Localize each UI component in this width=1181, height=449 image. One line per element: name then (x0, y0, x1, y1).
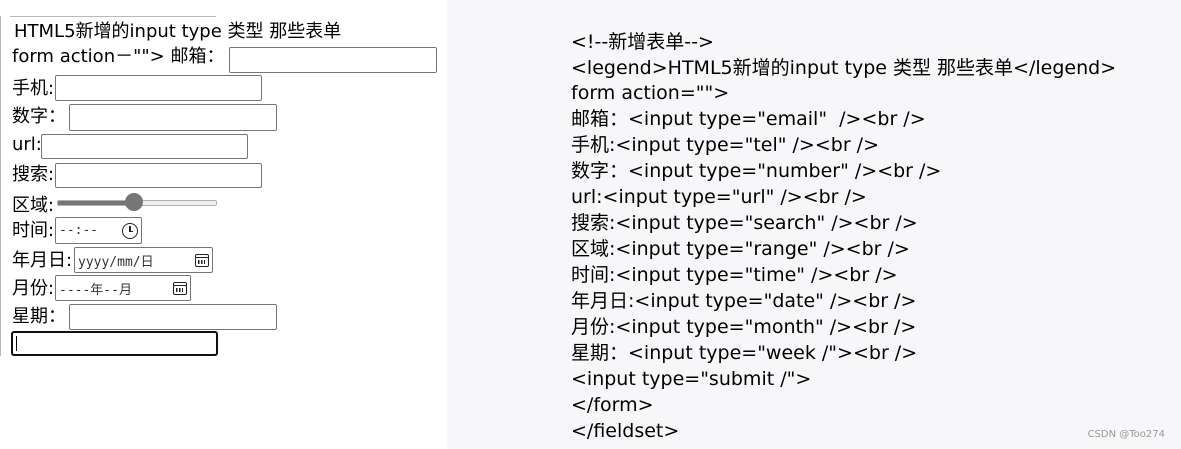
code-line: form action=""> (571, 82, 730, 104)
date-label: 年月日: (12, 250, 73, 271)
clock-icon[interactable] (122, 222, 138, 239)
code-line: 手机:<input type="tel" /><br /> (571, 134, 880, 156)
week-input[interactable] (69, 304, 277, 330)
watermark: CSDN @Too274 (1087, 429, 1165, 440)
code-line: 月份:<input type="month" /><br /> (571, 316, 917, 338)
calendar-icon[interactable] (173, 281, 187, 295)
code-line: <legend>HTML5新增的input type 类型 那些表单</lege… (571, 57, 1117, 79)
code-line: 时间:<input type="time" /><br /> (571, 264, 898, 286)
time-input[interactable]: --:-- (55, 217, 142, 244)
code-line: url:<input type="url" /><br /> (571, 186, 867, 208)
month-label: 月份: (12, 278, 55, 299)
calendar-icon[interactable] (195, 253, 209, 267)
code-line: 区域:<input type="range" /><br /> (571, 238, 910, 260)
code-line: 年月日:<input type="date" /><br /> (571, 290, 917, 312)
month-placeholder: ----年--月 (59, 282, 132, 298)
code-line: <!--新增表单--> (571, 31, 714, 53)
code-line: </fieldset> (571, 420, 680, 442)
url-input[interactable] (41, 134, 248, 159)
week-label: 星期： (12, 306, 66, 327)
fieldset-border-left (0, 16, 1, 356)
email-input[interactable] (229, 47, 437, 73)
code-line: <input type="submit /"> (571, 368, 812, 390)
range-label: 区域: (12, 195, 55, 216)
form-action-label: form action－""> 邮箱： (12, 46, 225, 67)
number-input[interactable] (69, 104, 277, 131)
number-label: 数字： (12, 106, 66, 127)
date-input[interactable]: yyyy/mm/日 (74, 247, 213, 273)
code-line: </form> (571, 394, 654, 416)
form-preview: HTML5新增的input type 类型 那些表单 form action－"… (0, 0, 447, 449)
fieldset-border-top (10, 16, 216, 17)
code-line: 邮箱：<input type="email" /><br /> (571, 108, 926, 130)
submit-field-focused[interactable] (11, 331, 218, 356)
code-line: 数字：<input type="number" /><br /> (571, 160, 942, 182)
url-label: url: (12, 134, 42, 155)
search-input[interactable] (55, 163, 262, 188)
text-caret (16, 336, 17, 351)
code-panel: <!--新增表单--> <legend>HTML5新增的input type 类… (447, 0, 1181, 449)
month-input[interactable]: ----年--月 (55, 275, 191, 301)
phone-input[interactable] (55, 75, 262, 101)
phone-label: 手机: (12, 78, 55, 99)
form-legend: HTML5新增的input type 类型 那些表单 (14, 21, 342, 42)
range-slider-thumb[interactable] (124, 193, 143, 211)
time-label: 时间: (12, 220, 55, 241)
code-line: 搜索:<input type="search" /><br /> (571, 212, 918, 234)
search-label: 搜索: (12, 164, 55, 185)
time-placeholder: --:-- (59, 223, 99, 238)
code-line: 星期：<input type="week /"><br /> (571, 342, 918, 364)
date-placeholder: yyyy/mm/日 (78, 254, 154, 270)
